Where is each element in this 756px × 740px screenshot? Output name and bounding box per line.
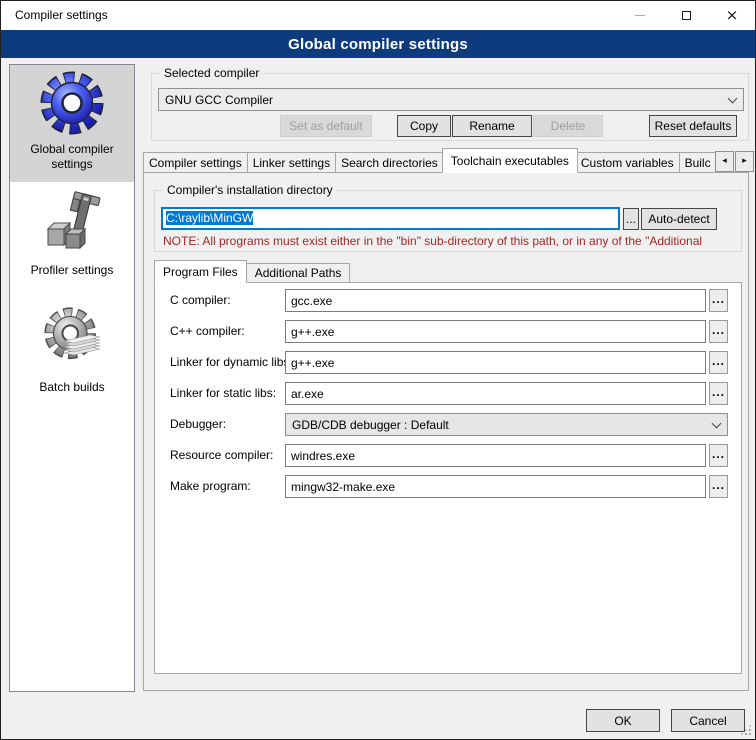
selected-compiler-group: Selected compiler GNU GCC Compiler Set a… bbox=[151, 73, 749, 141]
toolchain-row-make-program: Make program: ... bbox=[155, 475, 741, 498]
dialog-banner: Global compiler settings bbox=[1, 30, 755, 58]
toolchain-row-debugger: Debugger: GDB/CDB debugger : Default bbox=[155, 413, 741, 436]
minimize-button[interactable] bbox=[617, 1, 663, 30]
field-label: Make program: bbox=[170, 475, 251, 498]
settings-category-list: Global compiler settings Profiler settin… bbox=[9, 64, 135, 692]
installation-directory-group: Compiler's installation directory C:\ray… bbox=[154, 190, 742, 252]
compiler-select[interactable]: GNU GCC Compiler bbox=[158, 88, 744, 111]
arrow-left-icon: ◂ bbox=[722, 156, 727, 166]
tab-scroll-right-button[interactable]: ▸ bbox=[735, 151, 754, 172]
tab-compiler-settings[interactable]: Compiler settings bbox=[143, 152, 248, 173]
toolchain-row-c-compiler: C compiler: ... bbox=[155, 289, 741, 312]
toolchain-row-dynamic-linker: Linker for dynamic libs: ... bbox=[155, 351, 741, 374]
rename-button[interactable]: Rename bbox=[452, 115, 532, 137]
static-linker-browse-button[interactable]: ... bbox=[709, 382, 728, 405]
caliper-cubes-icon bbox=[40, 191, 104, 255]
make-program-input[interactable] bbox=[285, 475, 706, 498]
field-label: Resource compiler: bbox=[170, 444, 273, 467]
toolchain-row-resource-compiler: Resource compiler: ... bbox=[155, 444, 741, 467]
debugger-select[interactable]: GDB/CDB debugger : Default bbox=[285, 413, 728, 436]
copy-button[interactable]: Copy bbox=[397, 115, 451, 137]
sidebar-item-profiler-settings[interactable]: Profiler settings bbox=[10, 190, 134, 278]
compiler-select-value: GNU GCC Compiler bbox=[165, 93, 273, 107]
tab-build-options[interactable]: Builc bbox=[680, 152, 715, 173]
installation-directory-browse-button[interactable]: ... bbox=[623, 208, 639, 230]
toolchain-executables-page: Compiler's installation directory C:\ray… bbox=[143, 172, 749, 691]
reset-defaults-button[interactable]: Reset defaults bbox=[649, 115, 737, 137]
settings-tabstrip: Compiler settings Linker settings Search… bbox=[143, 148, 715, 173]
sidebar-item-batch-builds[interactable]: Batch builds bbox=[10, 305, 134, 395]
minimize-icon bbox=[635, 15, 645, 16]
cpp-compiler-input[interactable] bbox=[285, 320, 706, 343]
bin-subdirectory-note: NOTE: All programs must exist either in … bbox=[163, 234, 737, 248]
window-title: Compiler settings bbox=[15, 1, 108, 30]
tab-toolchain-executables[interactable]: Toolchain executables bbox=[442, 148, 578, 173]
resize-grip-icon[interactable] bbox=[740, 724, 752, 736]
make-program-browse-button[interactable]: ... bbox=[709, 475, 728, 498]
program-files-tabstrip: Program Files Additional Paths bbox=[154, 260, 350, 283]
debugger-select-value: GDB/CDB debugger : Default bbox=[292, 418, 449, 432]
delete-button: Delete bbox=[533, 115, 603, 137]
tab-custom-variables[interactable]: Custom variables bbox=[576, 152, 680, 173]
banner-title: Global compiler settings bbox=[288, 36, 468, 53]
titlebar[interactable]: Compiler settings × bbox=[1, 1, 755, 30]
tab-additional-paths[interactable]: Additional Paths bbox=[247, 263, 351, 283]
gear-papers-icon bbox=[40, 305, 104, 369]
toolchain-row-cpp-compiler: C++ compiler: ... bbox=[155, 320, 741, 343]
arrow-right-icon: ▸ bbox=[742, 156, 747, 166]
auto-detect-button[interactable]: Auto-detect bbox=[641, 208, 717, 230]
c-compiler-input[interactable] bbox=[285, 289, 706, 312]
set-as-default-button: Set as default bbox=[280, 115, 372, 137]
gear-blue-icon bbox=[40, 71, 104, 135]
toolchain-row-static-linker: Linker for static libs: ... bbox=[155, 382, 741, 405]
resource-compiler-input[interactable] bbox=[285, 444, 706, 467]
field-label: Linker for static libs: bbox=[170, 382, 276, 405]
dynamic-linker-input[interactable] bbox=[285, 351, 706, 374]
field-label: C++ compiler: bbox=[170, 320, 245, 343]
installation-directory-value: C:\raylib\MinGW bbox=[166, 211, 253, 225]
group-label: Compiler's installation directory bbox=[163, 183, 337, 197]
tab-scroll-left-button[interactable]: ◂ bbox=[715, 151, 734, 172]
tab-search-directories[interactable]: Search directories bbox=[336, 152, 444, 173]
cancel-button[interactable]: Cancel bbox=[671, 709, 745, 732]
close-icon: × bbox=[726, 8, 739, 23]
tab-linker-settings[interactable]: Linker settings bbox=[248, 152, 336, 173]
chevron-down-icon bbox=[728, 94, 738, 104]
ok-button[interactable]: OK bbox=[586, 709, 660, 732]
resource-compiler-browse-button[interactable]: ... bbox=[709, 444, 728, 467]
chevron-down-icon bbox=[712, 419, 722, 429]
close-button[interactable]: × bbox=[709, 1, 755, 30]
sidebar-item-label: Profiler settings bbox=[10, 263, 134, 278]
c-compiler-browse-button[interactable]: ... bbox=[709, 289, 728, 312]
compiler-settings-dialog: Compiler settings × Global compiler sett… bbox=[0, 0, 756, 740]
field-label: Debugger: bbox=[170, 413, 226, 436]
tab-program-files[interactable]: Program Files bbox=[154, 260, 247, 283]
field-label: C compiler: bbox=[170, 289, 231, 312]
dynamic-linker-browse-button[interactable]: ... bbox=[709, 351, 728, 374]
maximize-icon bbox=[682, 11, 691, 20]
sidebar-item-label: Batch builds bbox=[10, 380, 134, 395]
sidebar-item-label: Global compiler settings bbox=[10, 142, 134, 172]
sidebar-item-global-compiler-settings[interactable]: Global compiler settings bbox=[10, 65, 134, 182]
program-files-page: C compiler: ... C++ compiler: ... Linker… bbox=[154, 282, 742, 674]
static-linker-input[interactable] bbox=[285, 382, 706, 405]
group-label: Selected compiler bbox=[160, 66, 263, 80]
maximize-button[interactable] bbox=[663, 1, 709, 30]
cpp-compiler-browse-button[interactable]: ... bbox=[709, 320, 728, 343]
installation-directory-input[interactable]: C:\raylib\MinGW bbox=[161, 207, 620, 230]
field-label: Linker for dynamic libs: bbox=[170, 351, 293, 374]
